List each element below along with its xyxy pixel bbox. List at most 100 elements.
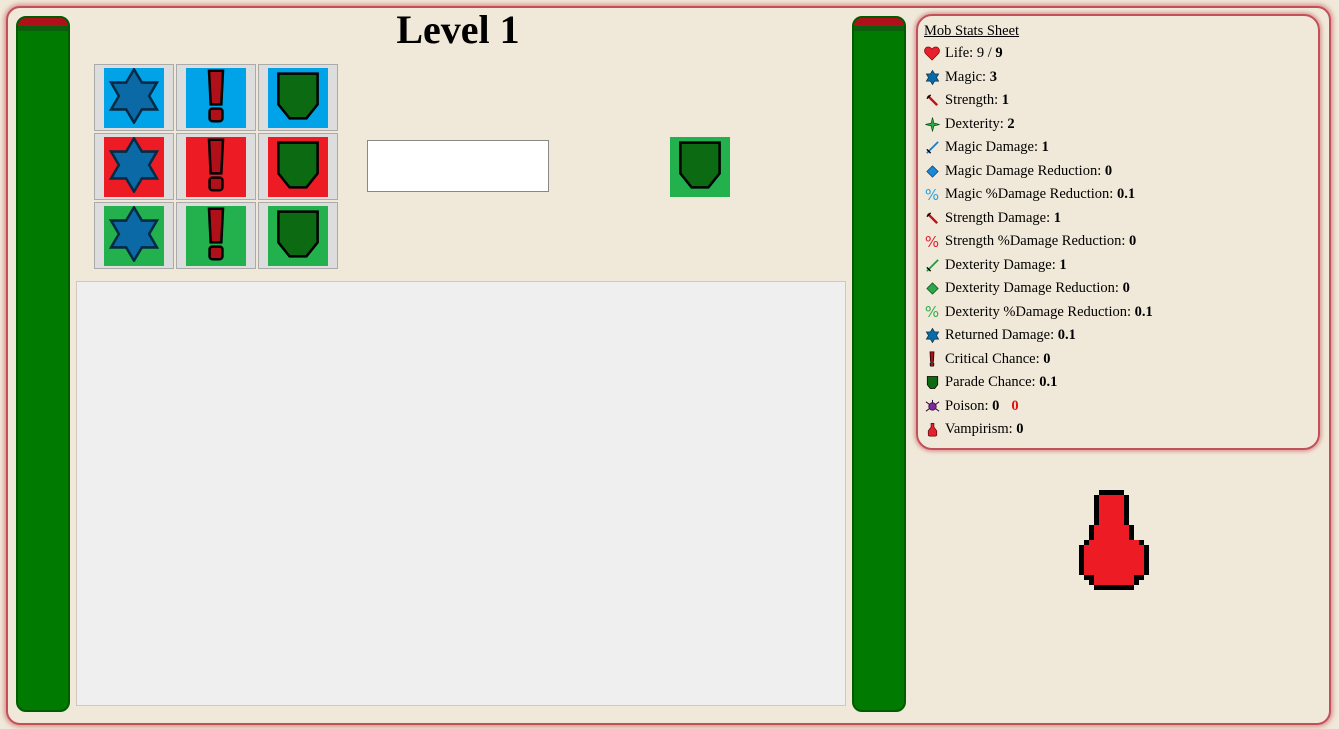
stat-row: Dexterity Damage: 1 bbox=[922, 254, 1318, 278]
exclamation-icon bbox=[188, 137, 244, 197]
symbol-grid bbox=[94, 64, 340, 271]
left-bar-shade bbox=[18, 26, 68, 31]
right-health-bar bbox=[852, 16, 906, 712]
grid-cell[interactable] bbox=[94, 64, 174, 131]
stat-value: 0 bbox=[1043, 350, 1051, 367]
sword-red-icon bbox=[922, 93, 942, 109]
potion-icon bbox=[922, 422, 942, 438]
grid-cell[interactable] bbox=[94, 202, 174, 269]
grid-tile bbox=[104, 204, 164, 266]
game-board[interactable] bbox=[76, 281, 846, 706]
stat-row: Dexterity Damage Reduction: 0 bbox=[922, 277, 1318, 301]
heart-icon bbox=[922, 46, 942, 62]
exclamation-icon bbox=[188, 206, 244, 266]
sword-green-icon bbox=[922, 257, 942, 273]
answer-input[interactable] bbox=[367, 140, 549, 192]
stat-label: Strength %Damage Reduction: bbox=[945, 233, 1126, 250]
shield-icon bbox=[922, 375, 942, 391]
grid-cell[interactable] bbox=[94, 133, 174, 200]
grid-tile bbox=[186, 205, 246, 266]
stat-label: Dexterity Damage: bbox=[945, 256, 1056, 273]
grid-cell[interactable] bbox=[258, 202, 338, 269]
stat-row: Poison: 00 bbox=[922, 395, 1318, 419]
stat-label: Vampirism: bbox=[945, 421, 1013, 438]
stat-row: Dexterity: 2 bbox=[922, 113, 1318, 137]
grid-cell[interactable] bbox=[176, 133, 256, 200]
grid-cell[interactable] bbox=[258, 64, 338, 131]
grid-tile bbox=[268, 136, 328, 197]
star-icon bbox=[922, 69, 942, 85]
stat-value: 0.1 bbox=[1057, 327, 1076, 344]
stat-row: Returned Damage: 0.1 bbox=[922, 324, 1318, 348]
stat-label: Life: bbox=[945, 45, 974, 62]
stat-value: 2 bbox=[1007, 115, 1015, 132]
sword-red-icon bbox=[922, 210, 942, 226]
sparkle-green-icon bbox=[922, 116, 942, 132]
percent-blue-icon: % bbox=[924, 185, 940, 204]
shield-icon bbox=[270, 137, 326, 197]
stat-row: % Strength %Damage Reduction: 0 bbox=[922, 230, 1318, 254]
stat-value: 1 bbox=[1053, 209, 1061, 226]
exclamation-icon bbox=[188, 68, 244, 128]
stat-label: Dexterity %Damage Reduction: bbox=[945, 303, 1132, 320]
grid-cell[interactable] bbox=[176, 64, 256, 131]
stat-value: 0.1 bbox=[1039, 374, 1058, 391]
stat-value: 3 bbox=[989, 68, 997, 85]
stat-row: Magic Damage: 1 bbox=[922, 136, 1318, 160]
stat-label: Strength Damage: bbox=[945, 209, 1051, 226]
star-icon bbox=[106, 204, 162, 266]
potion-icon bbox=[1079, 490, 1149, 594]
stat-row: Magic Damage Reduction: 0 bbox=[922, 160, 1318, 184]
stat-rows: Magic: 3 Strength: 1 Dexterity: 2 Magic Dam… bbox=[922, 66, 1318, 442]
stat-value: 1 bbox=[1001, 92, 1010, 109]
stat-row: % Magic %Damage Reduction: 0.1 bbox=[922, 183, 1318, 207]
life-current: 9 bbox=[976, 45, 985, 62]
diamond-green-icon bbox=[922, 281, 942, 297]
left-bar-red-segment bbox=[18, 18, 68, 26]
stat-row: Vampirism: 0 bbox=[922, 418, 1318, 442]
star-icon bbox=[106, 135, 162, 197]
stat-label: Critical Chance: bbox=[945, 350, 1040, 367]
stat-row-life: Life: 9 / 9 bbox=[922, 42, 1318, 66]
stat-value: 0.1 bbox=[1116, 186, 1136, 203]
preview-tile bbox=[670, 137, 730, 197]
right-bar-red-segment bbox=[854, 18, 904, 26]
left-health-bar bbox=[16, 16, 70, 712]
life-max: 9 bbox=[995, 45, 1003, 62]
stat-value: 0 bbox=[1016, 421, 1024, 438]
sword-blue-icon bbox=[922, 140, 942, 156]
exclamation-icon bbox=[922, 351, 942, 367]
stat-row: Strength Damage: 1 bbox=[922, 207, 1318, 231]
grid-tile bbox=[104, 66, 164, 128]
stat-label: Poison: bbox=[945, 397, 989, 414]
stat-row: Magic: 3 bbox=[922, 66, 1318, 90]
stat-label: Parade Chance: bbox=[945, 374, 1036, 391]
grid-cell[interactable] bbox=[258, 133, 338, 200]
stat-label: Dexterity: bbox=[945, 115, 1004, 132]
stat-row: Strength: 1 bbox=[922, 89, 1318, 113]
stat-extra-value: 0 bbox=[1011, 397, 1019, 414]
stat-value: 1 bbox=[1041, 139, 1049, 156]
shield-icon bbox=[270, 206, 326, 266]
stat-value: 0 bbox=[992, 397, 1000, 414]
stat-value: 0 bbox=[1104, 162, 1113, 179]
stat-label: Returned Damage: bbox=[945, 327, 1055, 344]
stat-value: 0 bbox=[1129, 233, 1137, 250]
poison-icon bbox=[922, 398, 942, 414]
grid-tile bbox=[104, 135, 164, 197]
mob-stats-sheet: Mob Stats Sheet Life: 9 / 9 Magic: 3 Stre… bbox=[916, 14, 1320, 450]
star-icon bbox=[106, 66, 162, 128]
level-title: Level 1 bbox=[396, 7, 520, 52]
grid-tile bbox=[186, 67, 246, 128]
shield-icon bbox=[270, 68, 326, 128]
stat-row: % Dexterity %Damage Reduction: 0.1 bbox=[922, 301, 1318, 325]
grid-tile bbox=[186, 136, 246, 197]
stat-value: 0.1 bbox=[1134, 303, 1153, 320]
grid-tile bbox=[268, 67, 328, 128]
grid-cell[interactable] bbox=[176, 202, 256, 269]
life-separator: / bbox=[987, 45, 992, 62]
stat-value: 1 bbox=[1059, 256, 1067, 273]
stat-label: Magic: bbox=[945, 68, 987, 85]
stat-label: Magic Damage Reduction: bbox=[945, 162, 1102, 179]
stat-row: Parade Chance: 0.1 bbox=[922, 371, 1318, 395]
